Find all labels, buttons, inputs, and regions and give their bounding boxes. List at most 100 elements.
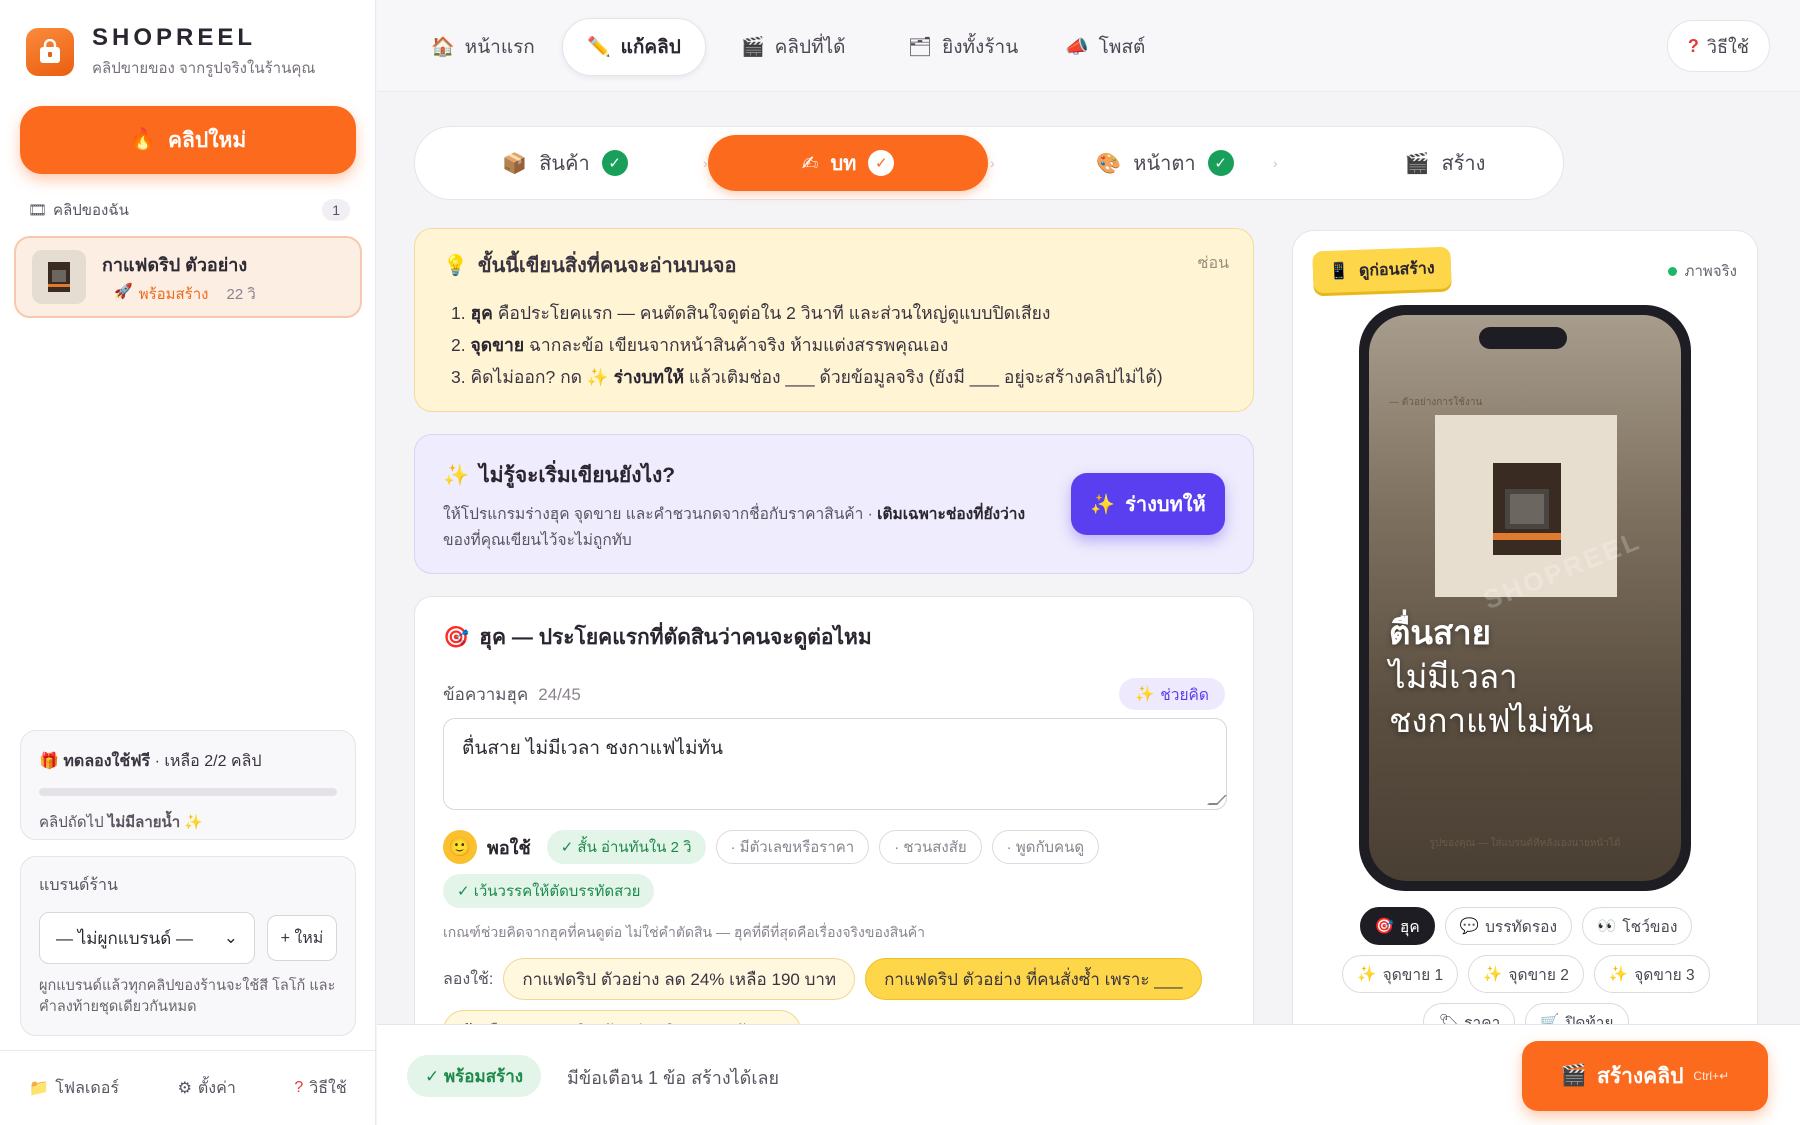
scene-chip-label: ฮุค — [1399, 918, 1420, 936]
target-icon: 🎯 — [443, 625, 470, 649]
check-icon: ✓ — [1207, 150, 1234, 176]
tab-home[interactable]: 🏠 หน้าแรก — [407, 18, 559, 76]
new-clip-button[interactable]: 🔥 คลิปใหม่ — [20, 106, 356, 174]
check-chip: · ชวนสงสัย — [879, 830, 982, 864]
help-think-button[interactable]: ✨ ช่วยคิด — [1118, 678, 1225, 710]
step-look[interactable]: 🎨 หน้าตา ✓ — [1045, 135, 1285, 191]
tab-results[interactable]: 🎬 คลิปที่ได้ — [717, 18, 870, 76]
lightbulb-icon: 💡 — [443, 254, 468, 277]
tab-label: คลิปที่ได้ — [774, 37, 846, 58]
check-chip: · มีตัวเลขหรือราคา — [715, 830, 870, 864]
scene-chip-point-2[interactable]: ✨ จุดขาย 2 — [1468, 955, 1584, 993]
app-name: SHOPREEL — [92, 24, 257, 51]
sparkle-icon: ✨ — [1483, 965, 1503, 983]
clip-thumbnail — [32, 250, 86, 304]
megaphone-icon: 📣 — [1065, 37, 1089, 58]
preview-tag-label: ดูก่อนสร้าง — [1358, 259, 1435, 280]
scene-chip-subline[interactable]: 💬 บรรทัดรอง — [1444, 907, 1573, 945]
create-clip-label: สร้างคลิป — [1597, 1064, 1684, 1088]
new-clip-label: คลิปใหม่ — [167, 128, 247, 152]
trial-box: 🎁 ทดลองใช้ฟรี · เหลือ 2/2 คลิป คลิปถัดไป… — [20, 730, 356, 840]
scene-chip-showcase[interactable]: 👀 โชว์ของ — [1582, 907, 1693, 945]
clapper-icon: 🎬 — [741, 37, 765, 58]
char-counter: 24/45 — [538, 684, 581, 704]
instructions-title: ขั้นนี้เขียนสิ่งที่คนจะอ่านบนจอ — [477, 255, 737, 277]
new-brand-button[interactable]: + ใหม่ — [267, 915, 337, 961]
step-label: สร้าง — [1441, 153, 1486, 175]
check-icon: ✓ — [868, 150, 895, 176]
draft-button-label: ร่างบทให้ — [1125, 494, 1206, 516]
gift-icon: 🎁 — [39, 753, 59, 770]
step-label: สินค้า — [539, 153, 590, 175]
folder-label: โฟลเดอร์ — [55, 1079, 119, 1097]
tab-label: ยิงทั้งร้าน — [942, 37, 1019, 58]
question-icon: ? — [294, 1079, 304, 1096]
clapper-icon: 🎬 — [1404, 152, 1430, 175]
folder-icon: 📁 — [29, 1080, 50, 1097]
check-chip: · พูดกับคนดู — [991, 830, 1100, 864]
home-icon: 🏠 — [431, 37, 455, 58]
clip-list-item[interactable]: กาแฟดริป ตัวอย่าง 🚀 พร้อมสร้าง 22 วิ — [14, 236, 362, 318]
scene-chip-point-1[interactable]: ✨ จุดขาย 1 — [1342, 955, 1459, 993]
sidebar-footer: 📁 โฟลเดอร์ ⚙ ตั้งค่า ? วิธีใช้ — [0, 1050, 376, 1125]
instruction-item: 3. คิดไม่ออก? กด ✨ ร่างบทให้ แล้วเติมช่อ… — [451, 367, 1163, 387]
settings-link[interactable]: ⚙ ตั้งค่า — [178, 1076, 236, 1101]
screen-footer: รูปของคุณ — ใส่แบรนด์ทีหลังเองนายหน้าได้ — [1429, 838, 1621, 849]
hide-link[interactable]: ซ่อน — [1198, 251, 1229, 276]
tab-post[interactable]: 📣 โพสต์ — [1041, 18, 1169, 76]
app-tagline: คลิปขายของ จากรูปจริงในร้านคุณ — [92, 60, 316, 77]
pencil-icon: ✏️ — [587, 37, 611, 58]
brand-selected-value: — ไม่ผูกแบรนด์ — — [56, 928, 193, 948]
resize-handle[interactable] — [1207, 795, 1227, 805]
draft-desc-plain: ให้โปรแกรมร่างฮุค จุดขาย และคำชวนกดจากชื… — [443, 506, 878, 523]
create-clip-button[interactable]: 🎬 สร้างคลิป Ctrl+↵ — [1522, 1041, 1768, 1111]
help-button-label: วิธีใช้ — [1706, 36, 1749, 57]
folder-link[interactable]: 📁 โฟลเดอร์ — [29, 1076, 119, 1101]
scene-chip-label: จุดขาย 2 — [1508, 966, 1569, 984]
draft-helper-card: ✨ ไม่รู้จะเริ่มเขียนยังไง? ให้โปรแกรมร่าง… — [414, 434, 1254, 574]
tab-edit-clip[interactable]: ✏️ แก้คลิป — [562, 18, 706, 76]
hook-textarea[interactable]: ตื่นสาย ไม่มีเวลา ชงกาแฟไม่ทัน — [443, 718, 1227, 810]
help-link[interactable]: ? วิธีใช้ — [294, 1076, 346, 1101]
step-build[interactable]: 🎬 สร้าง — [1345, 135, 1545, 191]
scene-chips: 🎯 ฮุค 💬 บรรทัดรอง 👀 โชว์ของ ✨ จุดขาย 1 ✨ จุดข… — [1293, 907, 1757, 1041]
hook-value: ตื่นสาย ไม่มีเวลา ชงกาแฟไม่ทัน — [462, 738, 723, 759]
instruction-text: ฉากละข้อ เขียนจากหน้าสินค้าจริง ห้ามแต่ง… — [524, 335, 949, 355]
preview-status: ภาพจริง — [1667, 259, 1737, 283]
palette-icon: 🎨 — [1096, 152, 1122, 175]
sparkle-icon: ✨ — [184, 814, 204, 831]
chevron-down-icon: ⌄ — [223, 928, 238, 947]
trial-title: 🎁 ทดลองใช้ฟรี · เหลือ 2/2 คลิป — [39, 753, 262, 770]
status-dot — [1667, 266, 1677, 276]
instruction-bold: จุดขาย — [470, 335, 525, 355]
scene-chip-point-3[interactable]: ✨ จุดขาย 3 — [1593, 955, 1710, 993]
box-icon: 📦 — [502, 152, 528, 175]
target-icon: 🎯 — [1374, 917, 1394, 935]
instruction-bold: ร่างบทให้ — [613, 367, 685, 387]
draft-title: ไม่รู้จะเริ่มเขียนยังไง? — [479, 464, 676, 487]
brand-label: แบรนด์ร้าน — [39, 877, 118, 894]
hook-field-label: ข้อความฮุค 24/45 — [443, 681, 581, 708]
step-label: บท — [830, 153, 857, 175]
draft-desc-bold: เติมเฉพาะช่องที่ยังว่าง — [877, 506, 1026, 523]
hook-overlay-text: ตื่นสาย ไม่มีเวลา ชงกาแฟไม่ทัน — [1389, 611, 1593, 743]
draft-script-button[interactable]: ✨ ร่างบทให้ — [1071, 473, 1225, 535]
phone-screen: — ตัวอย่างการใช้งาน SHOPREEL ตื่นสาย ไม่… — [1369, 315, 1681, 881]
tab-batch[interactable]: 🗂 ยิงทั้งร้าน — [884, 18, 1042, 76]
suggestion-chip[interactable]: กาแฟดริป ตัวอย่าง ลด 24% เหลือ 190 บาท — [503, 958, 856, 1000]
my-clips-count: 1 — [322, 199, 350, 221]
brand-select[interactable]: — ไม่ผูกแบรนด์ — ⌄ — [39, 912, 255, 964]
step-script[interactable]: ✍ บท ✓ — [708, 135, 988, 191]
step-product[interactable]: 📦 สินค้า ✓ — [455, 135, 675, 191]
tab-label: หน้าแรก — [464, 37, 535, 58]
smiley-icon: 🙂 — [443, 830, 477, 864]
preview-tag: 📱 ดูก่อนสร้าง — [1312, 246, 1452, 294]
product-band — [1493, 533, 1561, 540]
check-icon: ✓ — [601, 150, 628, 176]
suggestion-chip[interactable]: กาแฟดริป ตัวอย่าง ที่คนสั่งซ้ำ เพราะ ___ — [865, 958, 1202, 1000]
flame-icon: 🔥 — [129, 128, 156, 151]
scene-chip-hook[interactable]: 🎯 ฮุค — [1359, 907, 1435, 945]
help-button[interactable]: ? วิธีใช้ — [1666, 20, 1770, 72]
writing-icon: ✍ — [801, 152, 819, 175]
step-separator: › — [1273, 155, 1278, 171]
